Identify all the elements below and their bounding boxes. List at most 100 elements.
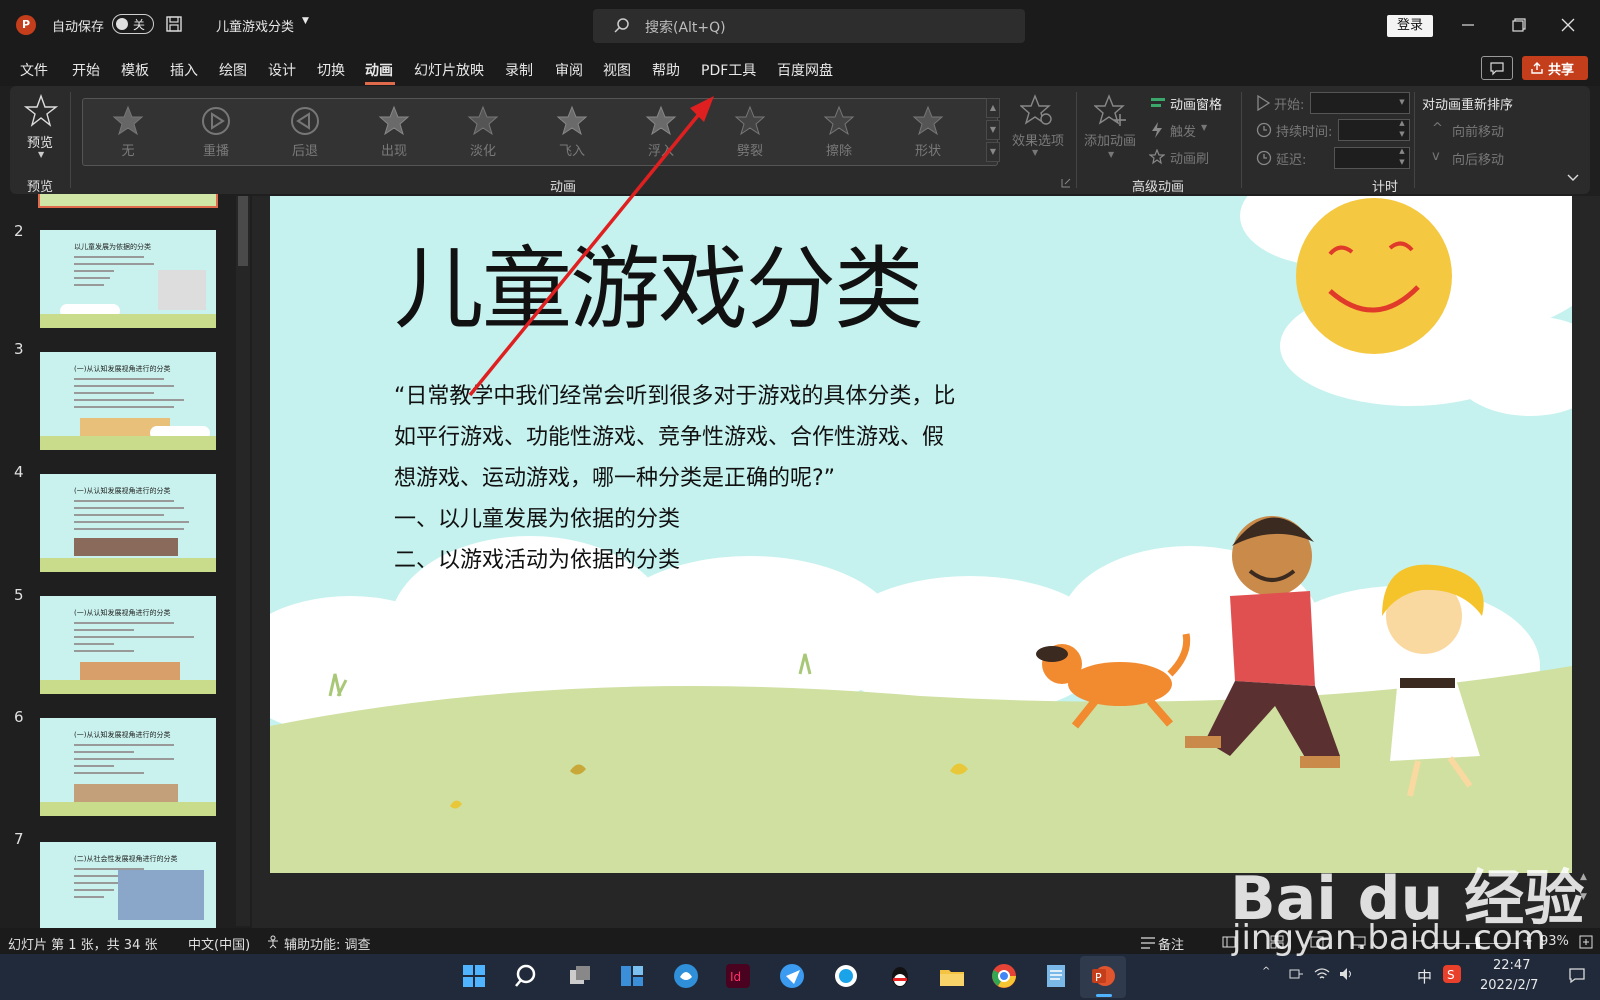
chrome-icon[interactable] xyxy=(990,962,1018,990)
search-box[interactable]: 搜索(Alt+Q) xyxy=(593,9,1025,43)
spin-down-icon[interactable]: ▼ xyxy=(1396,130,1408,138)
dialog-launcher-icon[interactable] xyxy=(1061,178,1071,188)
effect-options-button[interactable]: 效果选项 ▼ xyxy=(1006,94,1066,164)
animation-painter-button[interactable]: 动画刷 xyxy=(1170,148,1209,167)
animation-replay[interactable]: 重播 xyxy=(176,101,256,161)
comments-button[interactable] xyxy=(1481,56,1513,80)
ime-indicator[interactable]: 中 xyxy=(1417,966,1432,987)
share-button[interactable]: 共享 xyxy=(1522,56,1588,80)
tab-file[interactable]: 文件 xyxy=(20,60,48,80)
slide-body-line[interactable]: 如平行游戏、功能性游戏、竞争性游戏、合作性游戏、假 xyxy=(394,419,944,451)
sogou-ime-icon[interactable]: S xyxy=(1442,964,1462,984)
animation-label: 浮入 xyxy=(647,144,674,159)
slide-3-thumbnail[interactable]: (一)从认知发展视角进行的分类 xyxy=(40,352,216,450)
tab-slideshow[interactable]: 幻灯片放映 xyxy=(414,60,484,80)
tab-record[interactable]: 录制 xyxy=(505,60,533,80)
slide-6-thumbnail[interactable]: (一)从认知发展视角进行的分类 xyxy=(40,718,216,816)
tab-view[interactable]: 视图 xyxy=(603,60,631,80)
windows-start-icon[interactable] xyxy=(460,962,488,990)
slide-body-line[interactable]: 二、以游戏活动为依据的分类 xyxy=(394,542,680,574)
edge-browser-icon[interactable] xyxy=(672,962,700,990)
collapse-ribbon-icon[interactable] xyxy=(1566,170,1580,184)
task-view-icon[interactable] xyxy=(566,962,594,990)
network-icon[interactable] xyxy=(1288,966,1304,982)
thumbnail-title: (一)从认知发展视角进行的分类 xyxy=(74,365,171,373)
wifi-icon[interactable] xyxy=(1314,966,1330,982)
search-taskbar-icon[interactable] xyxy=(512,962,540,990)
animation-wipe[interactable]: 擦除 xyxy=(799,101,879,161)
spin-down-icon[interactable]: ▼ xyxy=(1396,158,1408,166)
thumbnail-scroll-thumb[interactable] xyxy=(238,196,248,266)
tab-help[interactable]: 帮助 xyxy=(652,60,680,80)
tab-insert[interactable]: 插入 xyxy=(170,60,198,80)
minimize-icon[interactable] xyxy=(1455,13,1481,37)
notes-button[interactable]: 备注 xyxy=(1158,934,1184,953)
close-icon[interactable] xyxy=(1555,13,1581,37)
slide-body-line[interactable]: “日常教学中我们经常会听到很多对于游戏的具体分类，比 xyxy=(394,378,955,410)
animation-shape[interactable]: 形状 xyxy=(888,101,968,161)
animation-rewind[interactable]: 后退 xyxy=(265,101,345,161)
animation-fly-in[interactable]: 飞入 xyxy=(532,101,612,161)
tab-pdf-tools[interactable]: PDF工具 xyxy=(701,60,756,80)
notification-icon[interactable] xyxy=(1568,966,1586,984)
widgets-icon[interactable] xyxy=(618,962,646,990)
feishu-icon[interactable] xyxy=(778,962,806,990)
gallery-expand[interactable]: ▼ xyxy=(986,142,1000,162)
notepad-icon[interactable] xyxy=(1042,962,1070,990)
gallery-scroll-up[interactable]: ▲ xyxy=(986,98,1000,118)
animation-appear[interactable]: 出现 xyxy=(354,101,434,161)
tab-review[interactable]: 审阅 xyxy=(555,60,583,80)
slide-4-thumbnail[interactable]: (一)从认知发展视角进行的分类 xyxy=(40,474,216,572)
thumbnail-scrollbar[interactable] xyxy=(236,196,250,926)
tray-expand-icon[interactable]: ^ xyxy=(1262,966,1270,977)
tab-draw[interactable]: 绘图 xyxy=(219,60,247,80)
chat-app-icon[interactable] xyxy=(832,962,860,990)
move-earlier-button[interactable]: 向前移动 xyxy=(1452,121,1504,140)
indesign-icon[interactable]: Id xyxy=(724,962,752,990)
language-indicator[interactable]: 中文(中国) xyxy=(188,934,250,953)
file-explorer-icon[interactable] xyxy=(938,962,966,990)
restore-icon[interactable] xyxy=(1505,13,1531,37)
tab-design[interactable]: 设计 xyxy=(268,60,296,80)
chevron-down-icon[interactable]: ▼ xyxy=(1108,150,1114,159)
add-animation-icon[interactable] xyxy=(1094,94,1128,128)
slide-2-thumbnail[interactable]: 以儿童发展为依据的分类 xyxy=(40,230,216,328)
autosave-toggle[interactable]: 关 xyxy=(112,14,154,34)
preview-button[interactable]: 预览 xyxy=(27,132,53,151)
accessibility-status[interactable]: 辅助功能: 调查 xyxy=(284,934,371,953)
document-title[interactable]: 儿童游戏分类 xyxy=(216,16,294,35)
login-button[interactable]: 登录 xyxy=(1387,15,1433,37)
tab-transitions[interactable]: 切换 xyxy=(317,60,345,80)
animation-none[interactable]: 无 xyxy=(88,101,168,161)
slide-5-thumbnail[interactable]: (一)从认知发展视角进行的分类 xyxy=(40,596,216,694)
volume-icon[interactable] xyxy=(1338,966,1354,982)
animation-split[interactable]: 劈裂 xyxy=(710,101,790,161)
tab-baidu-netdisk[interactable]: 百度网盘 xyxy=(777,60,833,80)
slide-body-line[interactable]: 想游戏、运动游戏，哪一种分类是正确的呢?” xyxy=(394,460,835,492)
tab-templates[interactable]: 模板 xyxy=(121,60,149,80)
tab-animations[interactable]: 动画 xyxy=(365,60,393,80)
chevron-down-icon[interactable]: ▼ xyxy=(302,16,309,26)
slide-body-line[interactable]: 一、以儿童发展为依据的分类 xyxy=(394,501,680,533)
qq-icon[interactable] xyxy=(886,962,914,990)
spin-up-icon[interactable]: ▲ xyxy=(1396,119,1408,127)
tab-home[interactable]: 开始 xyxy=(72,60,100,80)
add-animation-button[interactable]: 添加动画 xyxy=(1084,130,1136,149)
move-later-button[interactable]: 向后移动 xyxy=(1452,149,1504,168)
animation-pane-button[interactable]: 动画窗格 xyxy=(1170,94,1222,113)
current-slide[interactable]: 儿童游戏分类 “日常教学中我们经常会听到很多对于游戏的具体分类，比 如平行游戏、… xyxy=(270,196,1572,873)
spin-up-icon[interactable]: ▲ xyxy=(1396,147,1408,155)
preview-star-icon[interactable] xyxy=(24,94,58,128)
clock-time[interactable]: 22:47 xyxy=(1493,958,1530,973)
clock-date[interactable]: 2022/2/7 xyxy=(1480,978,1538,993)
slide-7-thumbnail[interactable]: (二)从社会性发展视角进行的分类 xyxy=(40,842,216,928)
slide-1-thumbnail[interactable] xyxy=(38,194,218,208)
animation-float-in[interactable]: 浮入 xyxy=(621,101,701,161)
start-select[interactable] xyxy=(1310,92,1410,114)
save-icon[interactable] xyxy=(166,16,182,32)
slide-title[interactable]: 儿童游戏分类 xyxy=(394,216,924,346)
gallery-scroll-down[interactable]: ▼ xyxy=(986,120,1000,140)
animation-fade[interactable]: 淡化 xyxy=(443,101,523,161)
chevron-down-icon[interactable]: ▼ xyxy=(38,150,44,159)
trigger-button[interactable]: 触发 xyxy=(1170,121,1196,140)
